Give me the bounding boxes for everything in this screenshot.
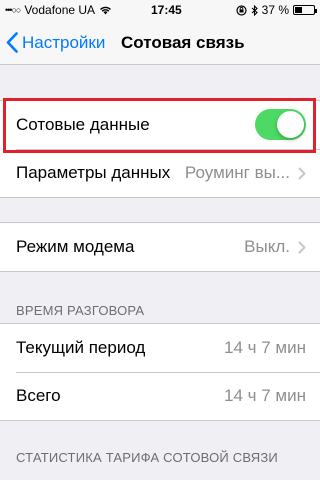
current-period-row: Текущий период 14 ч 7 мин xyxy=(0,324,320,372)
data-options-row[interactable]: Параметры данных Роуминг вы... xyxy=(0,149,320,197)
lock-rotation-icon xyxy=(236,4,247,16)
cellular-data-label: Сотовые данные xyxy=(16,115,150,134)
hotspot-group: Режим модема Выкл. xyxy=(0,222,320,272)
status-bar: •••○○ Vodafone UA 17:45 37 % xyxy=(0,0,320,20)
cellular-data-row: Сотовые данные xyxy=(0,101,320,149)
call-time-group: Текущий период 14 ч 7 мин Всего 14 ч 7 м… xyxy=(0,323,320,421)
chevron-right-icon xyxy=(298,241,306,253)
page-title: Сотовая связь xyxy=(121,32,245,52)
current-period-value: 14 ч 7 мин xyxy=(224,338,306,357)
navigation-bar: Настройки Сотовая связь xyxy=(0,20,320,65)
lifetime-label: Всего xyxy=(16,386,61,405)
lifetime-value: 14 ч 7 мин xyxy=(224,386,306,405)
personal-hotspot-label: Режим модема xyxy=(16,237,135,256)
battery-percent: 37 % xyxy=(261,3,289,17)
cellular-data-group: Сотовые данные Параметры данных Роуминг … xyxy=(0,100,320,198)
personal-hotspot-value: Выкл. xyxy=(244,237,290,256)
chevron-right-icon xyxy=(298,167,306,179)
back-button[interactable]: Настройки xyxy=(6,20,105,65)
call-time-section-header: ВРЕМЯ РАЗГОВОРА xyxy=(16,303,145,318)
tariff-stats-section-header: СТАТИСТИКА ТАРИФА СОТОВОЙ СВЯЗИ xyxy=(16,450,278,465)
personal-hotspot-row[interactable]: Режим модема Выкл. xyxy=(0,223,320,271)
toggle-knob xyxy=(277,111,304,138)
chevron-left-icon xyxy=(6,32,18,53)
wifi-icon xyxy=(100,6,112,15)
cellular-data-toggle[interactable] xyxy=(255,109,306,140)
back-button-label: Настройки xyxy=(22,32,106,52)
current-period-label: Текущий период xyxy=(16,338,146,357)
data-options-value: Роуминг вы... xyxy=(184,163,290,182)
bluetooth-icon xyxy=(251,4,258,16)
signal-strength-icon: •••○○ xyxy=(5,5,21,15)
carrier-name: Vodafone UA xyxy=(24,3,96,17)
data-options-label: Параметры данных xyxy=(16,163,171,182)
battery-icon xyxy=(293,5,317,15)
status-time: 17:45 xyxy=(150,3,182,17)
lifetime-row: Всего 14 ч 7 мин xyxy=(0,372,320,420)
